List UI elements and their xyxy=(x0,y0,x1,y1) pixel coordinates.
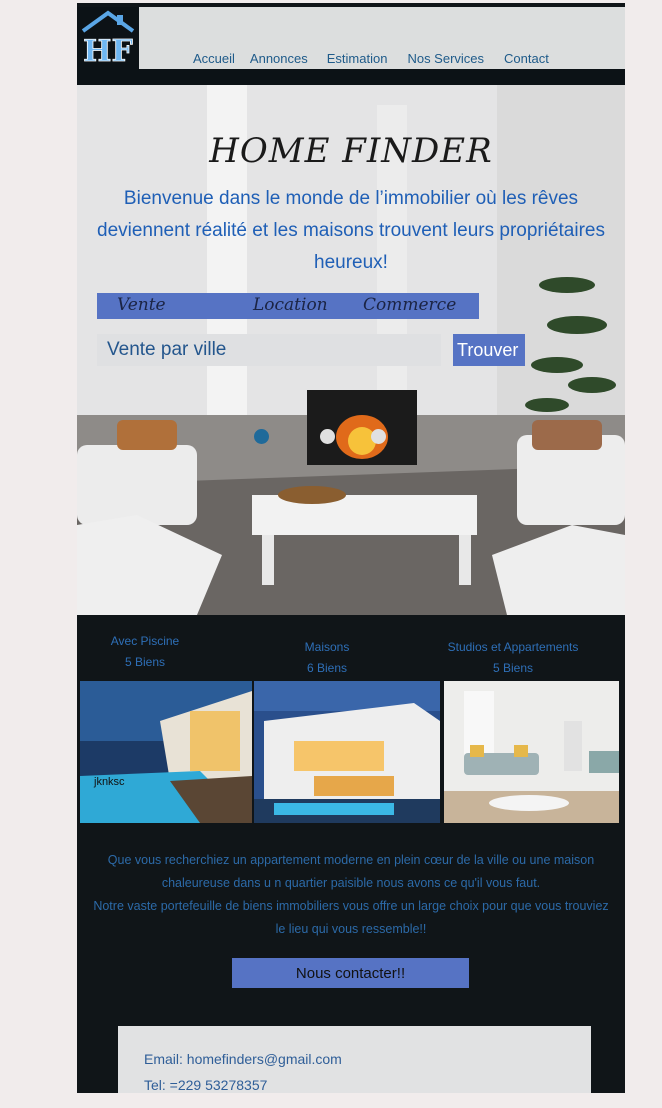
search-type-tabs: Vente Location Commerce xyxy=(97,293,479,319)
category-pool[interactable]: Avec Piscine 5 Biens xyxy=(97,631,193,673)
category-count: 5 Biens xyxy=(492,661,534,675)
category-apartments[interactable]: Studios et Appartements 5 Biens xyxy=(437,637,589,679)
house-logo-icon: HF xyxy=(77,7,139,69)
about-description: Que vous recherchiez un appartement mode… xyxy=(93,849,609,941)
contact-footer: Email: homefinders@gmail.com Tel: =229 5… xyxy=(118,1026,591,1093)
nav-annonces[interactable]: Annonces xyxy=(250,51,308,66)
hero: HOME FINDER Bienvenue dans le monde de l… xyxy=(77,85,625,615)
page: HF Accueil Annonces Estimation Nos Servi… xyxy=(77,3,625,1093)
category-title: Avec Piscine xyxy=(110,634,180,648)
tab-location[interactable]: Location xyxy=(253,295,328,315)
city-search-input[interactable] xyxy=(97,334,441,366)
category-houses[interactable]: Maisons 6 Biens xyxy=(287,637,367,679)
logo-text: HF xyxy=(83,34,133,69)
nav-contact[interactable]: Contact xyxy=(504,51,549,66)
category-count: 5 Biens xyxy=(124,655,166,669)
pool-house-image[interactable]: jknksc xyxy=(80,681,252,823)
about-paragraph-2: Notre vaste portefeuille de biens immobi… xyxy=(93,899,609,936)
contact-us-button[interactable]: Nous contacter!! xyxy=(232,958,469,988)
logo[interactable]: HF xyxy=(77,7,139,69)
hero-tagline: Bienvenue dans le monde de l’immobilier … xyxy=(97,188,605,273)
apartment-interior-image[interactable] xyxy=(444,681,619,823)
carousel-dot-1[interactable] xyxy=(254,429,269,444)
category-title: Studios et Appartements xyxy=(447,640,579,654)
pool-image-overlay-text: jknksc xyxy=(93,776,125,788)
tab-vente[interactable]: Vente xyxy=(117,295,166,315)
category-count: 6 Biens xyxy=(306,661,348,675)
find-button[interactable]: Trouver xyxy=(453,334,525,366)
header-divider xyxy=(77,69,625,85)
nav-nos-services[interactable]: Nos Services xyxy=(407,51,484,66)
tab-commerce[interactable]: Commerce xyxy=(363,295,456,315)
carousel-dot-2[interactable] xyxy=(320,429,335,444)
main-nav: Accueil Annonces Estimation Nos Services… xyxy=(193,51,549,66)
header: HF Accueil Annonces Estimation Nos Servi… xyxy=(77,7,625,69)
contact-phone[interactable]: Tel: =229 53278357 xyxy=(144,1072,591,1093)
modern-house-image[interactable] xyxy=(254,681,440,823)
carousel-dot-3[interactable] xyxy=(371,429,386,444)
nav-estimation[interactable]: Estimation xyxy=(327,51,388,66)
nav-accueil[interactable]: Accueil xyxy=(193,51,235,66)
contact-email[interactable]: Email: homefinders@gmail.com xyxy=(144,1046,591,1072)
about-paragraph-1: Que vous recherchiez un appartement mode… xyxy=(107,853,595,890)
hero-title: HOME FINDER xyxy=(209,131,493,171)
category-title: Maisons xyxy=(304,640,350,654)
